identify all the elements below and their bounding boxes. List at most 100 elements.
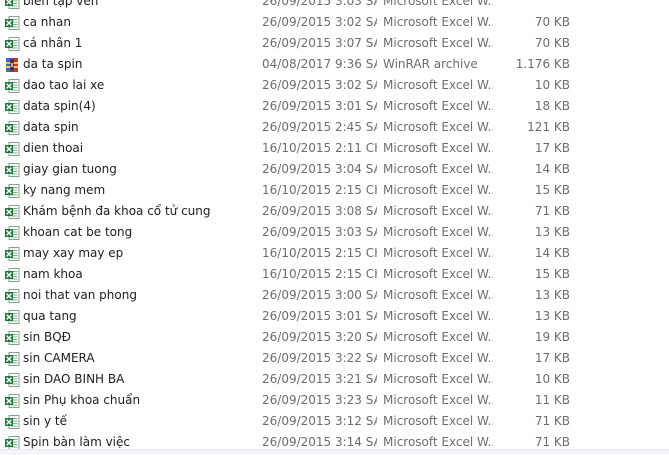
file-row[interactable]: khoan cat be tong 26/09/2015 3:03 SA Mic…: [0, 222, 669, 243]
file-size: 14 KB: [534, 162, 570, 176]
file-name: sin BQĐ: [23, 330, 71, 344]
file-name: ky nang mem: [23, 183, 106, 197]
excel-file-icon: [4, 0, 20, 10]
file-name: biên tập ven: [23, 0, 99, 8]
file-row[interactable]: ky nang mem 16/10/2015 2:15 CH Microsoft…: [0, 180, 669, 201]
file-type: Microsoft Excel W...: [383, 414, 493, 428]
file-date-modified: 26/09/2015 3:08 SA: [262, 204, 377, 218]
file-size: 10 KB: [534, 78, 570, 92]
file-type: Microsoft Excel W...: [383, 288, 493, 302]
file-date-modified: 16/10/2015 2:15 CH: [262, 246, 377, 260]
file-row[interactable]: giay gian tuong 26/09/2015 3:04 SA Micro…: [0, 159, 669, 180]
file-name: khoan cat be tong: [23, 225, 133, 239]
file-size: 17 KB: [534, 351, 570, 365]
file-size: 13 KB: [534, 225, 570, 239]
file-type: Microsoft Excel W...: [383, 309, 493, 323]
file-row[interactable]: dien thoai 16/10/2015 2:11 CH Microsoft …: [0, 138, 669, 159]
file-size: 17 KB: [534, 141, 570, 155]
file-date-modified: 26/09/2015 3:20 SA: [262, 330, 377, 344]
file-type: WinRAR archive: [383, 57, 478, 71]
file-name: sin CAMERA: [23, 351, 95, 365]
file-row[interactable]: may xay may ep 16/10/2015 2:15 CH Micros…: [0, 243, 669, 264]
file-row[interactable]: sin BQĐ 26/09/2015 3:20 SA Microsoft Exc…: [0, 327, 669, 348]
excel-file-icon: [4, 393, 20, 409]
file-name: data spin(4): [23, 99, 96, 113]
file-row[interactable]: biên tập ven 26/09/2015 3:03 SA Microsof…: [0, 0, 669, 12]
file-type: Microsoft Excel W...: [383, 267, 493, 281]
file-name: dao tao lai xe: [23, 78, 105, 92]
file-date-modified: 26/09/2015 3:21 SA: [262, 372, 377, 386]
file-type: Microsoft Excel W...: [383, 246, 493, 260]
excel-file-icon: [4, 414, 20, 430]
file-row[interactable]: ca nhan 26/09/2015 3:02 SA Microsoft Exc…: [0, 12, 669, 33]
file-row[interactable]: data spin 26/09/2015 2:45 SA Microsoft E…: [0, 117, 669, 138]
file-date-modified: 26/09/2015 3:22 SA: [262, 351, 377, 365]
file-name: ca nhan: [23, 15, 71, 29]
file-size: 13 KB: [534, 309, 570, 323]
file-size: 11 KB: [534, 393, 570, 407]
file-name: Khám bệnh đa khoa cổ tử cung: [23, 204, 211, 218]
file-date-modified: 26/09/2015 3:07 SA: [262, 36, 377, 50]
file-date-modified: 16/10/2015 2:15 CH: [262, 267, 377, 281]
excel-file-icon: [4, 204, 20, 220]
file-date-modified: 26/09/2015 3:01 SA: [262, 99, 377, 113]
excel-file-icon: [4, 351, 20, 367]
excel-file-icon: [4, 183, 20, 199]
excel-file-icon: [4, 225, 20, 241]
file-row[interactable]: noi that van phong 26/09/2015 3:00 SA Mi…: [0, 285, 669, 306]
excel-file-icon: [4, 78, 20, 94]
file-date-modified: 26/09/2015 3:02 SA: [262, 15, 377, 29]
file-name: giay gian tuong: [23, 162, 117, 176]
file-type: Microsoft Excel W...: [383, 162, 493, 176]
file-type: Microsoft Excel W...: [383, 204, 493, 218]
file-type: Microsoft Excel W...: [383, 78, 493, 92]
excel-file-icon: [4, 15, 20, 31]
file-date-modified: 04/08/2017 9:36 SA: [262, 57, 377, 71]
file-name: da ta spin: [23, 57, 83, 71]
file-row[interactable]: sin y tế 26/09/2015 3:12 SA Microsoft Ex…: [0, 411, 669, 432]
file-date-modified: 26/09/2015 3:12 SA: [262, 414, 377, 428]
file-type: Microsoft Excel W...: [383, 393, 493, 407]
file-row[interactable]: sin Phụ khoa chuẩn 26/09/2015 3:23 SA Mi…: [0, 390, 669, 411]
file-size: 15 KB: [534, 183, 570, 197]
excel-file-icon: [4, 330, 20, 346]
file-name: sin DAO BINH BA: [23, 372, 125, 386]
file-date-modified: 26/09/2015 3:03 SA: [262, 225, 377, 239]
file-row[interactable]: da ta spin 04/08/2017 9:36 SA WinRAR arc…: [0, 54, 669, 75]
file-type: Microsoft Excel W...: [383, 120, 493, 134]
file-type: Microsoft Excel W...: [383, 183, 493, 197]
file-name: data spin: [23, 120, 79, 134]
file-date-modified: 26/09/2015 3:00 SA: [262, 288, 377, 302]
file-size: 121 KB: [527, 120, 570, 134]
file-size: [500, 0, 570, 12]
horizontal-scroll-area[interactable]: [0, 450, 669, 455]
file-name: sin Phụ khoa chuẩn: [23, 393, 141, 407]
file-row[interactable]: Khám bệnh đa khoa cổ tử cung 26/09/2015 …: [0, 201, 669, 222]
file-date-modified: 26/09/2015 3:01 SA: [262, 309, 377, 323]
excel-file-icon: [4, 372, 20, 388]
excel-file-icon: [4, 99, 20, 115]
file-size: 14 KB: [534, 246, 570, 260]
file-date-modified: 26/09/2015 3:03 SA: [262, 0, 377, 8]
file-row[interactable]: cá nhân 1 26/09/2015 3:07 SA Microsoft E…: [0, 33, 669, 54]
file-size: 70 KB: [534, 36, 570, 50]
file-type: Microsoft Excel W...: [383, 99, 493, 113]
file-name: sin y tế: [23, 414, 68, 428]
file-row[interactable]: dao tao lai xe 26/09/2015 3:02 SA Micros…: [0, 75, 669, 96]
file-row[interactable]: data spin(4) 26/09/2015 3:01 SA Microsof…: [0, 96, 669, 117]
file-type: Microsoft Excel W...: [383, 15, 493, 29]
file-size: 13 KB: [534, 288, 570, 302]
file-date-modified: 16/10/2015 2:15 CH: [262, 183, 377, 197]
file-list: biên tập ven 26/09/2015 3:03 SA Microsof…: [0, 0, 669, 453]
file-type: Microsoft Excel W...: [383, 330, 493, 344]
file-row[interactable]: qua tang 26/09/2015 3:01 SA Microsoft Ex…: [0, 306, 669, 327]
file-date-modified: 26/09/2015 3:04 SA: [262, 162, 377, 176]
winrar-archive-icon: [4, 57, 20, 73]
file-size: 10 KB: [534, 372, 570, 386]
file-name: dien thoai: [23, 141, 84, 155]
file-type: Microsoft Excel W...: [383, 0, 493, 8]
file-row[interactable]: sin CAMERA 26/09/2015 3:22 SA Microsoft …: [0, 348, 669, 369]
file-row[interactable]: nam khoa 16/10/2015 2:15 CH Microsoft Ex…: [0, 264, 669, 285]
file-name: noi that van phong: [23, 288, 137, 302]
file-row[interactable]: sin DAO BINH BA 26/09/2015 3:21 SA Micro…: [0, 369, 669, 390]
